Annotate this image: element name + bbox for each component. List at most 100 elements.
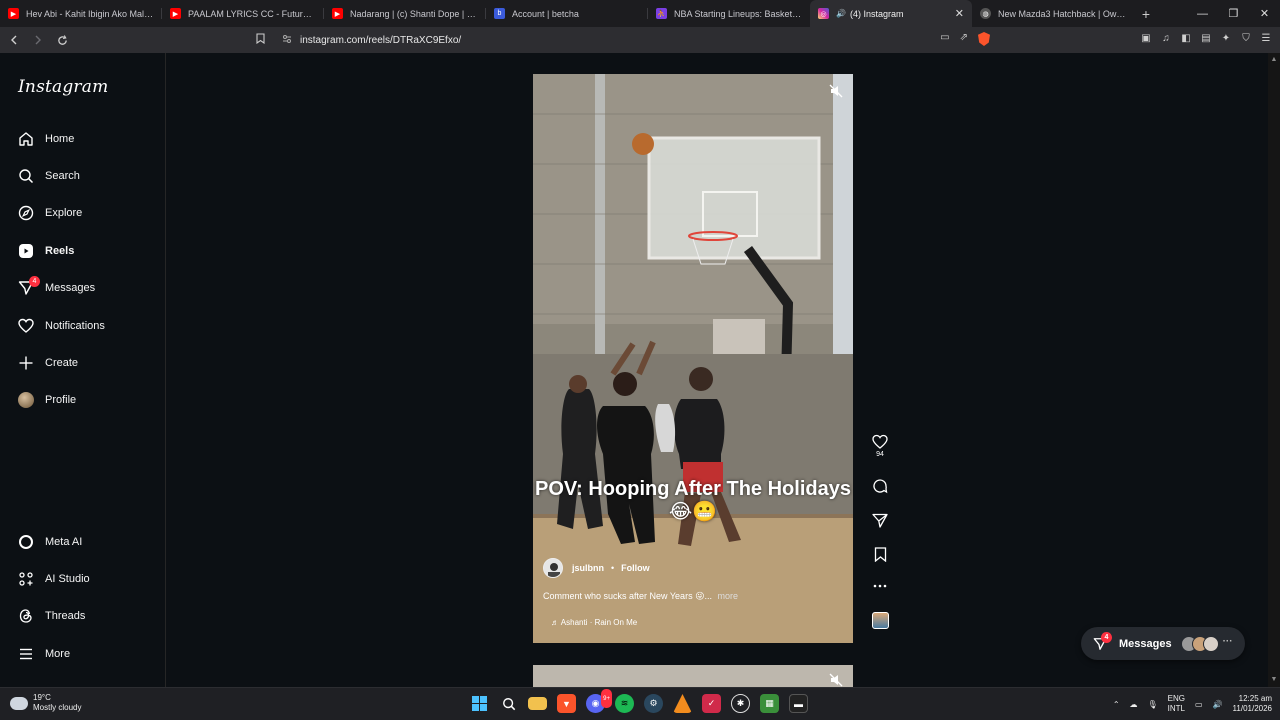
reload-button[interactable] [52,30,72,50]
tab-nba[interactable]: ⛹ NBA Starting Lineups: Basketball Da [648,0,810,27]
scroll-up-icon[interactable]: ▲ [1270,56,1278,64]
discord-icon[interactable]: ◉ 9+ [586,689,612,713]
avatar[interactable] [543,558,563,578]
tab-youtube-3[interactable]: ▶ Nadarang | (c) Shanti Dope | #Agsun [324,0,486,27]
reel-audio[interactable]: ♬ Ashanti · Rain On Me [551,618,637,627]
youtube-icon: ▶ [8,8,19,19]
tab-instagram[interactable]: ◎ 🔊 (4) Instagram ✕ [810,0,972,27]
url-field[interactable]: instagram.com/reels/DTRaXC9Efxo/ [256,30,996,50]
tool-icon[interactable]: ✱ [731,694,750,713]
close-window-button[interactable]: ✕ [1249,0,1280,27]
next-reel-preview[interactable] [533,665,853,687]
comment-button[interactable] [870,478,890,494]
sidebar-item-profile[interactable]: Profile [18,389,76,411]
sidebar-toggle-icon[interactable]: ▣ [1140,32,1152,44]
youtube-icon: ▶ [332,8,343,19]
leo-ai-icon[interactable]: ✦ [1220,32,1232,44]
compass-icon [18,205,34,221]
sidebar-item-create[interactable]: Create [18,352,78,374]
sidebar-item-ai-studio[interactable]: AI Studio [18,568,90,590]
vlc-icon[interactable] [673,694,692,713]
sidebar-item-threads[interactable]: Threads [18,605,85,627]
threads-icon [18,608,34,624]
audio-thumbnail[interactable] [872,612,889,629]
more-options-button[interactable] [870,584,890,588]
more-link[interactable]: more [717,591,738,601]
close-tab-icon[interactable]: ✕ [955,7,964,20]
sidebar-item-explore[interactable]: Explore [18,202,82,224]
site-info-icon[interactable] [282,34,298,47]
tab-betcha[interactable]: b Account | betcha [486,0,648,27]
brave-browser-icon[interactable]: ▼ [557,694,576,713]
toolbar-icons: ▣ ♫ ◧ ▤ ✦ ⛉ ☰ [1140,32,1272,44]
follow-button[interactable]: Follow [621,563,650,573]
back-button[interactable] [4,30,24,50]
browser-tab-bar: ▶ Hev Abi - Kahit Ibigin Ako Mali - You … [0,0,1280,27]
messenger-icon: 4 [18,276,40,296]
file-explorer-icon[interactable] [528,697,547,710]
cast-icon[interactable]: ▭ [940,32,949,46]
menu-icon[interactable]: ☰ [1260,32,1272,44]
image-app-icon[interactable]: ▦ [760,694,779,713]
heart-icon [18,318,34,334]
reel-overlay-title: POV: Hooping After The Holidays 😂😬 [535,478,851,523]
sidebar-item-notifications[interactable]: Notifications [18,315,105,337]
wallet-icon[interactable]: ▤ [1200,32,1212,44]
instagram-icon: ◎ [818,8,829,19]
brave-shields-icon[interactable] [978,32,990,46]
tab-title: Hev Abi - Kahit Ibigin Ako Mali - You [26,8,154,19]
tab-youtube-2[interactable]: ▶ PAALAM LYRICS CC - Future Thug ft. [162,0,324,27]
instagram-logo[interactable]: Instagram [18,77,108,97]
sidebar-item-label: Home [45,133,75,145]
chevron-up-icon[interactable]: ⌃ [1113,700,1120,709]
tab-mazda[interactable]: ◍ New Mazda3 Hatchback | Own The [972,0,1134,27]
volume-icon[interactable]: 🔊 [1213,700,1223,709]
nba-icon: ⛹ [656,8,667,19]
sidebar-item-home[interactable]: Home [18,128,74,150]
muted-icon[interactable] [829,673,843,687]
mazda-icon: ◍ [980,8,991,19]
save-button[interactable] [870,547,890,562]
microphone-icon[interactable]: 🎙 [1148,700,1158,709]
clock[interactable]: 12:25 am 11/01/2026 [1233,694,1272,714]
description-text: Comment who sucks after New Years 😜... [543,591,712,601]
sidebar-item-messages[interactable]: 4 Messages [18,276,95,299]
tab-youtube-1[interactable]: ▶ Hev Abi - Kahit Ibigin Ako Mali - You [0,0,162,27]
lang-layout: INTL [1167,704,1186,713]
search-icon[interactable] [499,694,518,713]
muted-icon[interactable] [829,84,843,98]
sidebar-item-meta-ai[interactable]: Meta AI [18,531,82,553]
sidebar-item-search[interactable]: Search [18,165,80,187]
weather-widget[interactable]: 19°C Mostly cloudy [10,693,81,713]
terminal-icon[interactable]: ▬ [789,694,808,713]
spotify-icon[interactable]: ≋ [615,694,634,713]
minimize-button[interactable]: — [1187,0,1218,27]
reel-username[interactable]: jsulbnn [572,563,604,573]
share-icon[interactable]: ⇗ [960,32,968,46]
language-indicator[interactable]: ENG INTL [1168,694,1185,714]
vpn-icon[interactable]: ⛉ [1240,32,1252,44]
weather-desc: Mostly cloudy [33,703,82,712]
sidebar-item-label: Profile [45,394,77,406]
reader-icon[interactable]: ◧ [1180,32,1192,44]
sidebar-item-more[interactable]: More [18,643,70,665]
messages-pill[interactable]: 4 Messages ··· [1081,627,1245,660]
scroll-down-icon[interactable]: ▼ [1270,676,1278,684]
forward-button[interactable] [28,30,48,50]
share-button[interactable] [870,513,890,528]
steam-icon[interactable]: ⚙ [644,694,663,713]
new-tab-button[interactable]: + [1134,6,1158,22]
page-scrollbar[interactable]: ▲ ▼ [1268,53,1280,687]
windows-start-icon[interactable] [470,694,489,713]
media-icon[interactable]: ♫ [1160,32,1172,44]
restore-button[interactable]: ❐ [1218,0,1249,27]
bookmark-icon[interactable] [256,33,272,47]
like-button[interactable]: 94 [870,434,890,458]
app-icon[interactable]: ✓ [702,694,721,713]
reel-video[interactable]: POV: Hooping After The Holidays 😂😬 jsulb… [533,74,853,643]
network-icon[interactable]: ▭ [1195,700,1203,709]
sidebar-item-reels[interactable]: Reels [18,240,74,262]
clock-time: 12:25 am [1238,694,1272,703]
comment-icon [873,479,888,494]
onedrive-icon[interactable]: ☁ [1130,700,1138,709]
